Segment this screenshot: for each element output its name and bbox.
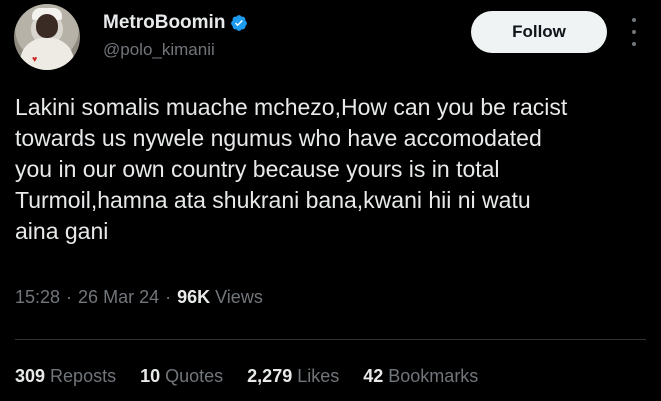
quotes-count: 10 (140, 366, 161, 386)
meta-separator: · (66, 287, 73, 307)
author-name-row[interactable]: MetroBoomin (103, 12, 248, 34)
bookmarks-stat[interactable]: 42 Bookmarks (363, 366, 478, 387)
tweet-time[interactable]: 15:28 (15, 287, 60, 308)
verified-badge-icon (231, 15, 248, 31)
bookmarks-count: 42 (363, 366, 384, 386)
reposts-count: 309 (15, 366, 46, 386)
quotes-stat[interactable]: 10 Quotes (140, 366, 223, 387)
more-options-icon[interactable] (624, 18, 644, 46)
likes-label: Likes (297, 366, 340, 386)
meta-separator: · (165, 287, 172, 307)
follow-button[interactable]: Follow (471, 11, 607, 53)
heart-icon: ♥ (32, 54, 38, 64)
reposts-label: Reposts (50, 366, 117, 386)
tweet-date[interactable]: 26 Mar 24 (78, 287, 159, 308)
tweet-meta: 15:28 · 26 Mar 24 · 96K Views (15, 287, 263, 308)
more-dot (632, 42, 636, 46)
more-dot (632, 30, 636, 34)
engagement-stats: 309 Reposts 10 Quotes 2,279 Likes 42 Boo… (15, 366, 502, 387)
avatar[interactable]: ♥ (14, 4, 80, 70)
reposts-stat[interactable]: 309 Reposts (15, 366, 116, 387)
likes-stat[interactable]: 2,279 Likes (247, 366, 339, 387)
quotes-label: Quotes (165, 366, 224, 386)
tweet-text: Lakini somalis muache mchezo,How can you… (15, 94, 568, 244)
more-dot (632, 18, 636, 22)
views-count: 96K (177, 287, 211, 307)
views-label: Views (215, 287, 263, 307)
avatar-head (36, 14, 58, 38)
likes-count: 2,279 (247, 366, 293, 386)
author-display-name[interactable]: MetroBoomin (103, 12, 225, 34)
bookmarks-label: Bookmarks (388, 366, 479, 386)
divider (15, 339, 646, 340)
author-handle[interactable]: @polo_kimanii (103, 40, 215, 60)
avatar-body (20, 38, 74, 70)
